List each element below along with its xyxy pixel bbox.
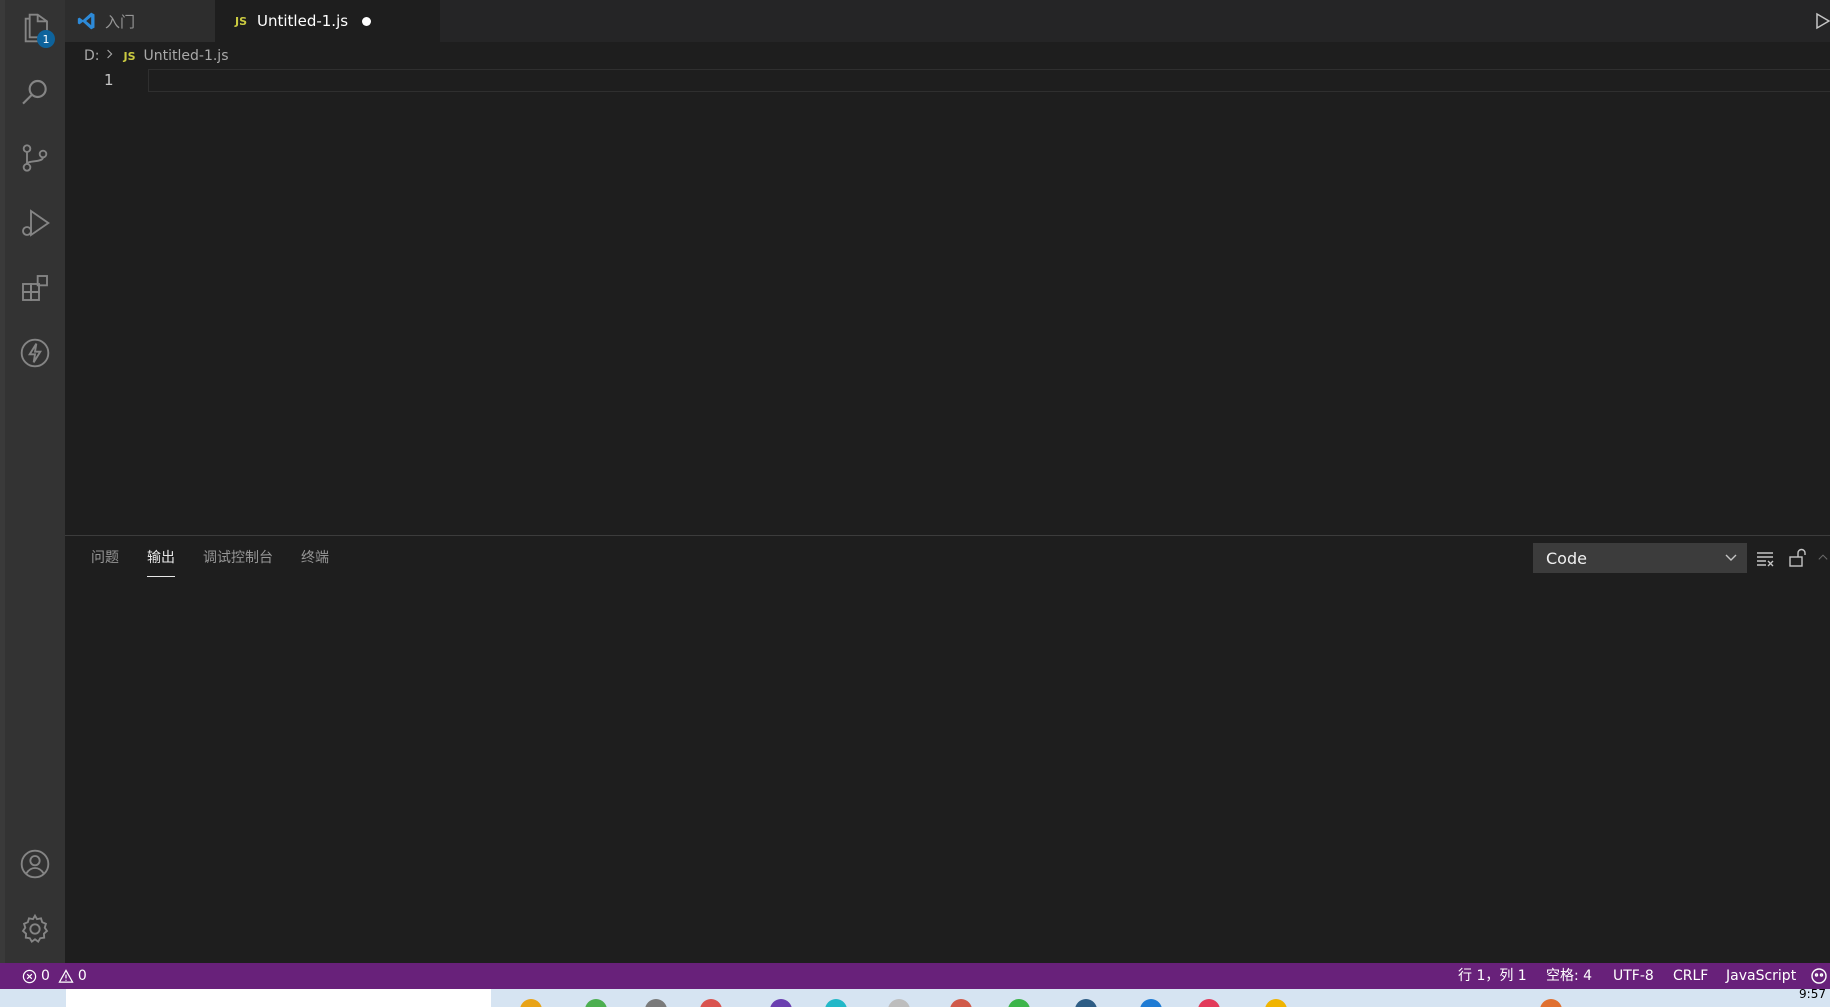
feedback-icon[interactable] (1810, 967, 1828, 985)
current-line-highlight[interactable] (148, 69, 1830, 92)
extensions-icon (22, 275, 48, 301)
cursor-position[interactable]: 行 1，列 1 (1458, 963, 1527, 989)
extensions-button[interactable] (5, 260, 65, 316)
panel-more-button[interactable] (1816, 546, 1830, 570)
os-taskbar: 9:57 (0, 989, 1830, 1007)
taskbar-app-icon[interactable] (700, 999, 722, 1007)
taskbar-app-icon[interactable] (645, 999, 667, 1007)
line-number: 1 (104, 71, 114, 89)
unsaved-dot-icon[interactable] (362, 16, 372, 26)
taskbar-clock[interactable]: 9:57 (1799, 989, 1826, 1001)
js-file-icon: JS (235, 14, 248, 28)
tab-untitled-label: Untitled-1.js (257, 12, 349, 30)
warning-icon (58, 968, 74, 983)
taskbar-app-icon[interactable] (1198, 999, 1220, 1007)
panel-divider[interactable] (65, 535, 1830, 536)
tab-welcome[interactable]: 入门 (65, 0, 215, 42)
tab-debug-console[interactable]: 调试控制台 (203, 547, 273, 577)
explorer-badge: 1 (37, 30, 55, 48)
warning-count: 0 (77, 968, 87, 984)
explorer-button[interactable]: 1 (5, 0, 65, 56)
run-debug-icon (22, 209, 50, 237)
clear-output-button[interactable] (1753, 546, 1777, 570)
output-channel-value: Code (1546, 548, 1587, 568)
status-bar: 0 0 行 1，列 1 空格: 4 UTF-8 CRLF JavaScript (0, 963, 1830, 989)
indentation[interactable]: 空格: 4 (1546, 963, 1592, 989)
account-icon (20, 849, 50, 879)
source-control-icon (22, 144, 48, 172)
language-mode[interactable]: JavaScript (1726, 963, 1796, 989)
vscode-logo-icon (77, 12, 95, 30)
taskbar-app-icon[interactable] (825, 999, 847, 1007)
chevron-up-icon (1818, 554, 1828, 560)
chevron-right-icon (106, 48, 114, 64)
tab-problems[interactable]: 问题 (91, 547, 119, 577)
error-count: 0 (41, 968, 50, 984)
settings-button[interactable] (5, 901, 65, 957)
error-icon (22, 969, 37, 983)
search-icon (22, 79, 47, 105)
unlock-icon (1789, 548, 1806, 567)
output-channel-select[interactable]: Code (1533, 543, 1747, 573)
problems-status[interactable]: 0 0 (22, 963, 87, 989)
activity-bar: 1 (5, 0, 65, 963)
editor-tab-bar: 入门 JS Untitled-1.js (65, 0, 1830, 42)
chevron-down-icon (1725, 554, 1737, 561)
clear-output-icon (1757, 552, 1774, 567)
breadcrumb-file[interactable]: Untitled-1.js (144, 48, 229, 64)
taskbar-app-icon[interactable] (1140, 999, 1162, 1007)
line-ending[interactable]: CRLF (1673, 963, 1708, 989)
taskbar-search-box[interactable] (66, 989, 491, 1007)
taskbar-app-icon[interactable] (888, 999, 910, 1007)
gear-icon (21, 913, 49, 944)
taskbar-app-icon[interactable] (1540, 999, 1562, 1007)
source-control-button[interactable] (5, 130, 65, 186)
taskbar-app-icon[interactable] (1008, 999, 1030, 1007)
run-debug-button[interactable] (5, 195, 65, 251)
tab-terminal[interactable]: 终端 (301, 547, 329, 577)
lock-scroll-button[interactable] (1785, 546, 1809, 570)
breadcrumb-drive[interactable]: D: (84, 48, 100, 64)
tab-output[interactable]: 输出 (147, 547, 175, 577)
search-button[interactable] (5, 65, 65, 121)
js-file-icon: JS (123, 49, 136, 63)
run-file-icon[interactable] (1814, 10, 1830, 32)
lightning-button[interactable] (5, 325, 65, 381)
taskbar-app-icon[interactable] (770, 999, 792, 1007)
taskbar-app-icon[interactable] (1265, 999, 1287, 1007)
breadcrumb: D: JS Untitled-1.js (84, 46, 229, 66)
taskbar-app-icon[interactable] (520, 999, 542, 1007)
taskbar-app-icon[interactable] (1075, 999, 1097, 1007)
taskbar-app-icon[interactable] (585, 999, 607, 1007)
encoding[interactable]: UTF-8 (1613, 963, 1654, 989)
panel-tab-list: 问题 输出 调试控制台 终端 (91, 547, 357, 577)
lightning-icon (20, 338, 50, 368)
tab-untitled-1[interactable]: JS Untitled-1.js (215, 0, 440, 42)
taskbar-app-icon[interactable] (950, 999, 972, 1007)
tab-welcome-label: 入门 (105, 12, 136, 31)
accounts-button[interactable] (5, 836, 65, 892)
